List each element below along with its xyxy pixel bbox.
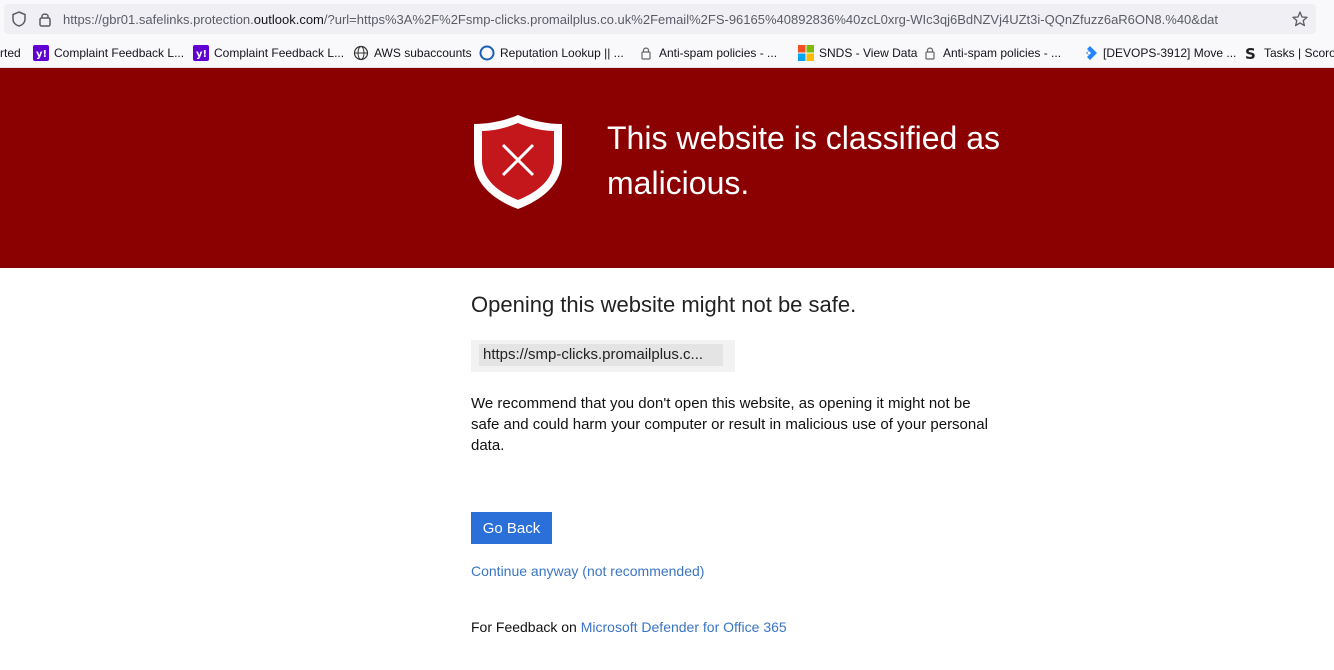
bookmarks-bar: rted y! Complaint Feedback L... y! Compl… (0, 38, 1334, 68)
scoro-icon: S (1243, 45, 1259, 61)
page-heading: Opening this website might not be safe. (471, 292, 857, 317)
feedback-prefix: For Feedback on (471, 619, 581, 635)
bookmark-item[interactable]: Anti-spam policies - ... (638, 43, 777, 63)
lock-icon (638, 45, 654, 61)
go-back-button[interactable]: Go Back (471, 512, 552, 544)
lock-icon (922, 45, 938, 61)
shield-x-icon (470, 112, 566, 212)
defender-feedback-link[interactable]: Microsoft Defender for Office 365 (581, 619, 787, 635)
bookmark-item[interactable]: Reputation Lookup || ... (479, 43, 624, 63)
bookmark-item[interactable]: y! Complaint Feedback L... (33, 43, 184, 63)
bookmark-item[interactable]: AWS subaccounts (353, 43, 472, 63)
globe-icon (353, 45, 369, 61)
warning-banner: This website is classified as malicious. (0, 68, 1334, 268)
bookmark-item[interactable]: Anti-spam policies - ... (922, 43, 1061, 63)
feedback-line: For Feedback on Microsoft Defender for O… (471, 619, 787, 635)
yahoo-icon: y! (33, 45, 49, 61)
jira-icon (1082, 45, 1098, 61)
bookmark-star-icon[interactable] (1291, 10, 1309, 28)
svg-text:y!: y! (196, 49, 207, 60)
url-text[interactable]: https://gbr01.safelinks.protection.outlo… (63, 11, 1283, 29)
blocked-url: https://smp-clicks.promailplus.c... (471, 340, 735, 372)
bookmark-item[interactable]: S Tasks | Scoro (1243, 43, 1334, 63)
bookmark-item[interactable]: y! Complaint Feedback L... (193, 43, 344, 63)
lock-icon[interactable] (36, 10, 54, 28)
microsoft-icon (798, 45, 814, 61)
bookmark-item[interactable]: [DEVOPS-3912] Move ... (1082, 43, 1236, 63)
svg-text:S: S (1245, 45, 1256, 61)
browser-toolbar: https://gbr01.safelinks.protection.outlo… (0, 0, 1334, 38)
reputation-icon (479, 45, 495, 61)
shield-icon[interactable] (10, 10, 28, 28)
continue-anyway-link[interactable]: Continue anyway (not recommended) (471, 563, 704, 579)
banner-title: This website is classified as malicious. (607, 120, 1001, 201)
yahoo-icon: y! (193, 45, 209, 61)
bookmark-item[interactable]: SNDS - View Data (798, 43, 917, 63)
blocked-url-text: https://smp-clicks.promailplus.c... (483, 346, 704, 363)
bookmark-item[interactable]: rted (0, 43, 21, 63)
svg-text:y!: y! (36, 49, 47, 60)
warning-text: We recommend that you don't open this we… (471, 395, 988, 454)
